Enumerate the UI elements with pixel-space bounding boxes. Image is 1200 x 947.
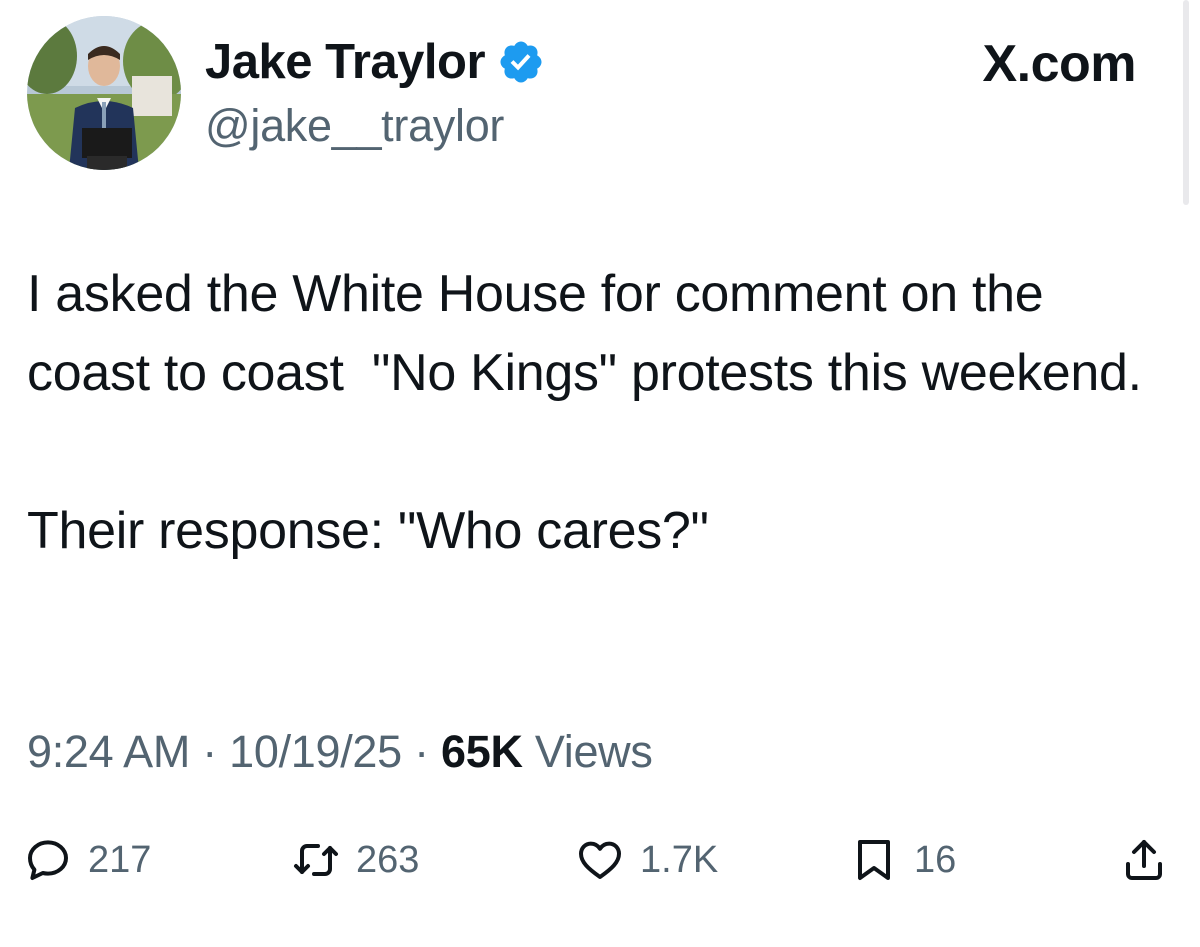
- action-bar: 217 263 1.7K 16: [0, 830, 1200, 890]
- source-label: X.com: [982, 35, 1136, 93]
- reply-button[interactable]: 217: [24, 830, 151, 890]
- tweet-time[interactable]: 9:24 AM: [27, 726, 190, 777]
- bookmark-count: 16: [914, 838, 957, 881]
- share-icon: [1120, 836, 1168, 884]
- reply-icon: [24, 836, 72, 884]
- meta-separator: ·: [190, 726, 230, 777]
- tweet-text: I asked the White House for comment on t…: [27, 265, 1142, 560]
- reply-count: 217: [88, 838, 152, 881]
- like-count: 1.7K: [640, 838, 719, 881]
- retweet-count: 263: [356, 838, 420, 881]
- tweet-date[interactable]: 10/19/25: [229, 726, 402, 777]
- scrollbar[interactable]: [1183, 0, 1189, 205]
- tweet-card: Jake Traylor @jake__traylor X.com I aske…: [0, 0, 1200, 947]
- share-button[interactable]: [1120, 830, 1168, 890]
- meta-separator: ·: [401, 726, 441, 777]
- bookmark-icon: [850, 836, 898, 884]
- avatar-photo: [27, 16, 181, 170]
- like-button[interactable]: 1.7K: [576, 830, 718, 890]
- heart-icon: [576, 836, 624, 884]
- retweet-icon: [292, 836, 340, 884]
- author-handle[interactable]: @jake__traylor: [205, 98, 504, 154]
- retweet-button[interactable]: 263: [292, 830, 419, 890]
- views-label: Views: [522, 726, 653, 777]
- author-name-row[interactable]: Jake Traylor: [205, 32, 545, 92]
- bookmark-button[interactable]: 16: [850, 830, 956, 890]
- author-display-name[interactable]: Jake Traylor: [205, 32, 486, 92]
- views-count: 65K: [440, 726, 523, 777]
- verified-badge-icon: [497, 38, 545, 86]
- tweet-meta: 9:24 AM · 10/19/25 · 65K Views: [27, 722, 653, 782]
- avatar[interactable]: [27, 16, 181, 170]
